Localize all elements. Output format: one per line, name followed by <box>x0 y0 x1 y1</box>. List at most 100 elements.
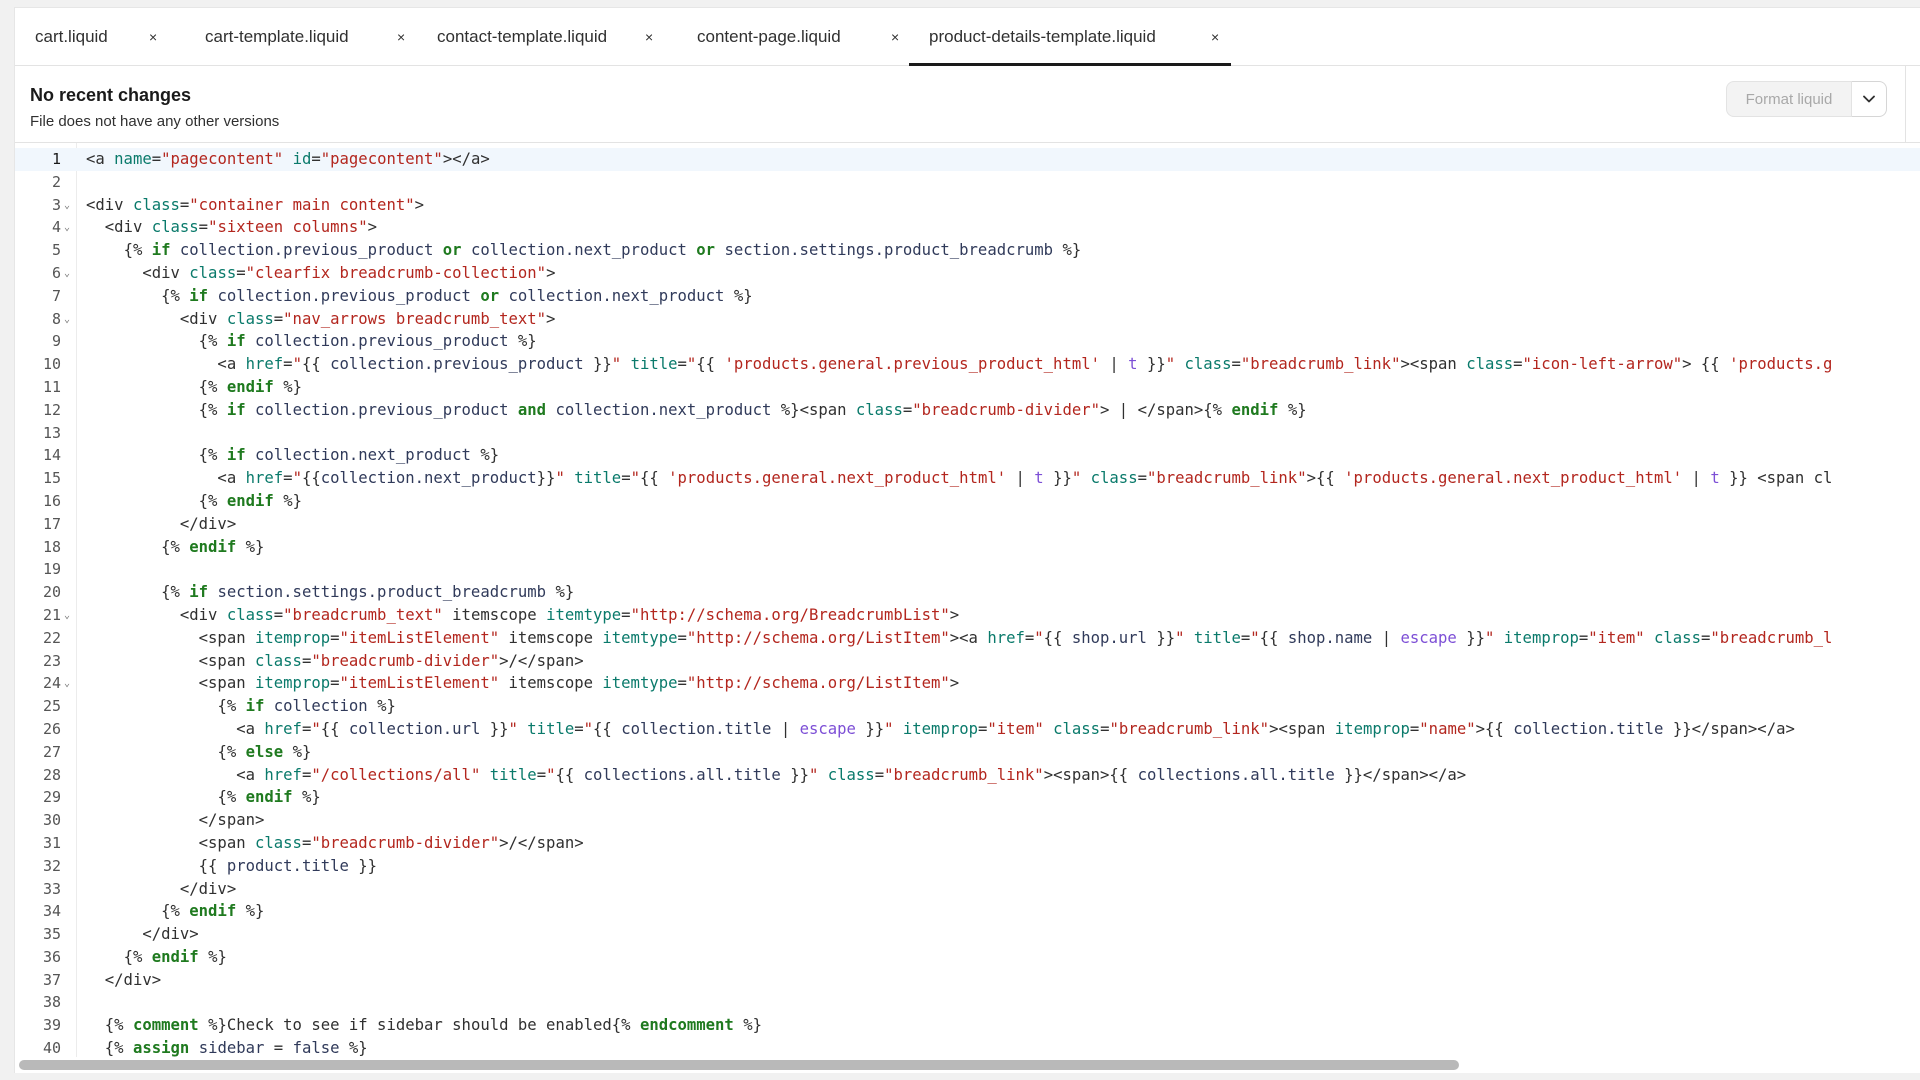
code-text: {% if section.settings.product_breadcrum… <box>161 583 575 602</box>
close-icon[interactable]: × <box>645 30 653 44</box>
code-line[interactable]: 27 {% else %} <box>15 741 1920 764</box>
code-line[interactable]: 14 {% if collection.next_product %} <box>15 444 1920 467</box>
tab-product-details-template-liquid[interactable]: product-details-template.liquid × <box>909 8 1231 66</box>
tab-cart-template-liquid[interactable]: cart-template.liquid × <box>185 8 417 65</box>
code-line[interactable]: 26 <a href="{{ collection.url }}" title=… <box>15 718 1920 741</box>
tab-label: content-page.liquid <box>697 26 841 46</box>
line-number: 1 <box>51 150 61 168</box>
line-number: 26 <box>42 719 61 738</box>
chevron-down-icon <box>1863 95 1875 103</box>
code-text: {% endif %} <box>198 377 302 396</box>
tab-contact-template-liquid[interactable]: contact-template.liquid × <box>417 8 677 65</box>
fold-chevron-icon[interactable]: ⌄ <box>64 673 70 696</box>
fold-chevron-icon[interactable]: ⌄ <box>64 263 70 286</box>
line-number: 6 <box>51 263 61 282</box>
code-line[interactable]: 37 </div> <box>15 969 1920 992</box>
close-icon[interactable]: × <box>891 30 899 44</box>
code-line[interactable]: 25 {% if collection %} <box>15 695 1920 718</box>
code-line[interactable]: 21 ⌄ <div class="breadcrumb_text" itemsco… <box>15 604 1920 627</box>
code-text: {% endif %} <box>198 491 302 510</box>
code-line[interactable]: 11 {% endif %} <box>15 376 1920 399</box>
horizontal-scrollbar[interactable] <box>15 1057 1920 1073</box>
code-text: <a href="{{ collection.previous_product … <box>86 355 1833 374</box>
code-line[interactable]: 31 <span class="breadcrumb-divider">/</s… <box>15 832 1920 855</box>
code-line[interactable]: 18 {% endif %} <box>15 536 1920 559</box>
line-number: 5 <box>51 241 61 260</box>
code-text: </span> <box>86 811 265 830</box>
code-line[interactable]: 16 {% endif %} <box>15 490 1920 513</box>
code-editor-app: cart.liquid × cart-template.liquid × contact… <box>14 7 1920 1073</box>
line-number: 38 <box>42 993 61 1012</box>
horizontal-scrollbar-thumb[interactable] <box>19 1060 1459 1070</box>
tab-label: contact-template.liquid <box>437 26 608 46</box>
tab-content-page-liquid[interactable]: content-page.liquid × <box>677 8 909 65</box>
code-line[interactable]: 6 ⌄ <div class="clearfix breadcrumb-colle… <box>15 262 1920 285</box>
code-text: <div class="nav_arrows breadcrumb_text"> <box>86 309 556 328</box>
code-text: <a href="{{ collection.url }}" title="{{… <box>86 719 1795 738</box>
code-line[interactable]: 10 <a href="{{ collection.previous_produ… <box>15 353 1920 376</box>
header-divider <box>1905 66 1906 143</box>
code-line[interactable]: 20 {% if section.settings.product_breadc… <box>15 581 1920 604</box>
line-number: 35 <box>42 925 61 944</box>
line-number: 8 <box>51 309 61 328</box>
fold-chevron-icon[interactable]: ⌄ <box>64 217 70 240</box>
code-text: <a href="/collections/all" title="{{ col… <box>86 765 1467 784</box>
close-icon[interactable]: × <box>1211 30 1219 44</box>
close-icon[interactable]: × <box>149 30 157 44</box>
code-line[interactable]: 9 {% if collection.previous_product %} <box>15 330 1920 353</box>
line-number: 19 <box>42 560 61 579</box>
code-line[interactable]: 17 </div> <box>15 513 1920 536</box>
line-number: 7 <box>51 286 61 305</box>
line-number: 17 <box>42 514 61 533</box>
tab-cart-liquid[interactable]: cart.liquid × <box>15 8 185 65</box>
code-line[interactable]: 19 <box>15 558 1920 581</box>
code-text: <span class="breadcrumb-divider">/</span… <box>86 651 584 670</box>
fold-chevron-icon[interactable]: ⌄ <box>64 309 70 332</box>
code-text: {% endif %} <box>123 947 227 966</box>
code-line[interactable]: 22 <span itemprop="itemListElement" item… <box>15 627 1920 650</box>
code-line[interactable]: 35 </div> <box>15 923 1920 946</box>
code-line[interactable]: 39 {% comment %}Check to see if sidebar … <box>15 1014 1920 1037</box>
code-line[interactable]: 28 <a href="/collections/all" title="{{ … <box>15 764 1920 787</box>
code-line[interactable]: 29 {% endif %} <box>15 786 1920 809</box>
close-icon[interactable]: × <box>397 30 405 44</box>
code-line[interactable]: 23 <span class="breadcrumb-divider">/</s… <box>15 650 1920 673</box>
code-line[interactable]: 32 {{ product.title }} <box>15 855 1920 878</box>
code-line[interactable]: 36 {% endif %} <box>15 946 1920 969</box>
code-line[interactable]: 30 </span> <box>15 809 1920 832</box>
code-line[interactable]: 8 ⌄ <div class="nav_arrows breadcrumb_tex… <box>15 308 1920 331</box>
code-line[interactable]: 4 ⌄ <div class="sixteen columns"> <box>15 216 1920 239</box>
code-line[interactable]: 1 <a name="pagecontent" id="pagecontent">… <box>15 148 1920 171</box>
line-number: 23 <box>42 651 61 670</box>
code-text: </div> <box>86 970 162 989</box>
code-text: <a href="{{collection.next_product}}" ti… <box>86 469 1833 488</box>
fold-chevron-icon[interactable]: ⌄ <box>64 195 70 218</box>
code-text: {% if collection.previous_product %} <box>198 332 537 351</box>
code-text: <span itemprop="itemListElement" itemsco… <box>86 674 960 693</box>
code-text: <div class="container main content"> <box>86 195 425 214</box>
code-line[interactable]: 24 ⌄ <span itemprop="itemListElement" ite… <box>15 672 1920 695</box>
code-text: {% if collection.previous_product or col… <box>161 286 753 305</box>
code-line[interactable]: 38 <box>15 991 1920 1014</box>
format-liquid-button[interactable]: Format liquid <box>1726 81 1852 117</box>
code-line[interactable]: 13 <box>15 422 1920 445</box>
code-text: {% endif %} <box>161 537 265 556</box>
code-line[interactable]: 15 <a href="{{collection.next_product}}"… <box>15 467 1920 490</box>
code-line[interactable]: 7 {% if collection.previous_product or c… <box>15 285 1920 308</box>
code-text: <div class="breadcrumb_text" itemscope i… <box>86 605 960 624</box>
code-text: {% comment %}Check to see if sidebar sho… <box>104 1016 762 1035</box>
fold-chevron-icon[interactable]: ⌄ <box>64 605 70 628</box>
code-editor[interactable]: 1 <a name="pagecontent" id="pagecontent">… <box>15 143 1920 1073</box>
line-number: 39 <box>42 1016 61 1035</box>
code-text: {{ product.title }} <box>198 856 378 875</box>
code-line[interactable]: 33 </div> <box>15 878 1920 901</box>
line-number: 34 <box>42 902 61 921</box>
line-number: 12 <box>42 400 61 419</box>
format-options-dropdown[interactable] <box>1852 81 1887 117</box>
code-line[interactable]: 34 {% endif %} <box>15 900 1920 923</box>
code-line[interactable]: 5 {% if collection.previous_product or c… <box>15 239 1920 262</box>
code-line[interactable]: 12 {% if collection.previous_product and… <box>15 399 1920 422</box>
code-line[interactable]: 2 <box>15 171 1920 194</box>
code-line[interactable]: 3 ⌄ <div class="container main content"> <box>15 194 1920 217</box>
code-text: {% if collection.next_product %} <box>198 446 500 465</box>
